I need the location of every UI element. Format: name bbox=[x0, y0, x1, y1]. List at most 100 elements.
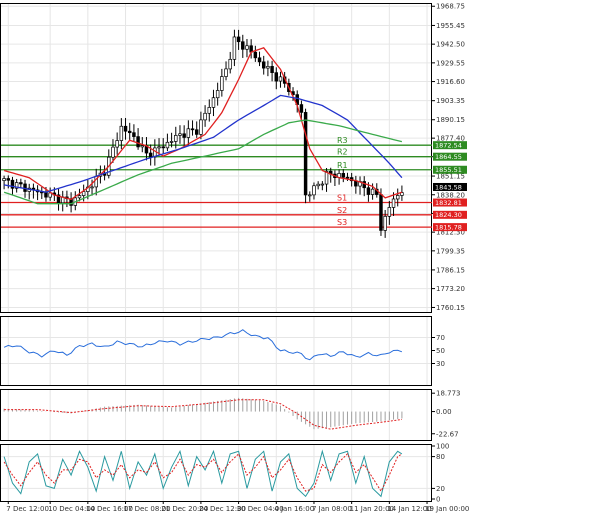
level-label-s2: S2 bbox=[337, 206, 347, 215]
last-price-tag-text: 1843.58 bbox=[435, 183, 462, 191]
candle bbox=[186, 128, 191, 138]
candle bbox=[303, 112, 308, 196]
candle bbox=[341, 173, 346, 178]
level-label-r3: R3 bbox=[337, 136, 348, 145]
candle bbox=[320, 183, 325, 186]
candle bbox=[132, 132, 136, 137]
price-tick-label: 1890.15 bbox=[436, 116, 465, 124]
candle bbox=[232, 36, 237, 60]
level-label-s3: S3 bbox=[337, 218, 347, 227]
candle bbox=[391, 198, 396, 208]
stochastic-tick-label: 20 bbox=[436, 485, 445, 493]
candle bbox=[140, 145, 145, 148]
candle bbox=[261, 61, 266, 69]
candle bbox=[199, 119, 203, 135]
level-price-tag-text: 1855.51 bbox=[435, 166, 462, 174]
candle bbox=[312, 185, 316, 196]
candle bbox=[383, 216, 387, 231]
candle bbox=[215, 90, 220, 99]
candle bbox=[236, 36, 241, 43]
candle bbox=[77, 195, 82, 199]
macd-tick-label: 18.773 bbox=[436, 390, 461, 398]
candle bbox=[345, 176, 350, 179]
price-tick-label: 1773.20 bbox=[436, 285, 465, 293]
chart: 1968.75 1955.45 1942.50 1929.55 1916.60 1903.… bbox=[0, 3, 469, 513]
candle bbox=[6, 178, 11, 181]
level-label-r2: R2 bbox=[337, 148, 348, 157]
candle bbox=[270, 66, 274, 74]
candle bbox=[148, 152, 153, 158]
candle bbox=[220, 76, 224, 91]
rsi-tick-label: 30 bbox=[436, 360, 445, 368]
price-tick-label: 1929.55 bbox=[436, 59, 465, 67]
candle bbox=[207, 107, 212, 114]
candle bbox=[119, 125, 124, 141]
price-tick-label: 1942.50 bbox=[436, 41, 465, 49]
price-panel bbox=[0, 3, 432, 313]
candle bbox=[395, 195, 400, 200]
candle bbox=[245, 45, 249, 50]
rsi-tick-label: 50 bbox=[436, 347, 445, 355]
price-tick-label: 1786.15 bbox=[436, 266, 465, 274]
candle bbox=[224, 68, 228, 77]
candle bbox=[165, 141, 170, 149]
candle bbox=[370, 188, 375, 195]
candle bbox=[241, 41, 245, 50]
candle bbox=[211, 97, 216, 108]
candle bbox=[182, 133, 186, 138]
candle bbox=[274, 72, 279, 82]
candle bbox=[379, 194, 383, 231]
candle bbox=[366, 187, 371, 195]
level-price-tag-text: 1815.78 bbox=[435, 223, 462, 231]
candle bbox=[362, 181, 366, 189]
candle bbox=[44, 191, 48, 198]
candle bbox=[81, 191, 86, 196]
candle bbox=[228, 58, 232, 70]
price-tick-label: 1903.35 bbox=[436, 97, 465, 105]
level-label-r1: R1 bbox=[337, 161, 348, 170]
time-tick-label: 4 Jan 16:00 bbox=[274, 505, 314, 513]
macd-panel bbox=[0, 389, 432, 441]
price-tick-label: 1760.15 bbox=[436, 304, 465, 312]
stochastic-tick-label: 0 bbox=[436, 496, 440, 504]
level-price-tag-text: 1832.81 bbox=[435, 199, 462, 207]
candle bbox=[299, 104, 304, 113]
candle bbox=[316, 183, 320, 187]
candle bbox=[161, 146, 165, 149]
stochastic-tick-label: 80 bbox=[436, 453, 445, 461]
candle bbox=[115, 140, 119, 148]
level-price-tag-text: 1872.54 bbox=[435, 141, 462, 149]
price-tick-label: 1955.45 bbox=[436, 22, 465, 30]
candle bbox=[178, 133, 182, 136]
candle bbox=[136, 136, 140, 148]
candle bbox=[190, 128, 195, 131]
candle bbox=[19, 182, 23, 185]
candle bbox=[90, 186, 94, 189]
time-tick-label: 7 Jan 08:00 bbox=[312, 505, 352, 513]
candle bbox=[308, 194, 312, 197]
time-tick-label: 7 Dec 12:00 bbox=[6, 505, 49, 513]
candle bbox=[278, 76, 283, 82]
candle bbox=[2, 178, 6, 181]
price-tick-label: 1916.60 bbox=[436, 78, 465, 86]
price-tick-label: 1968.75 bbox=[436, 3, 465, 11]
candle bbox=[123, 125, 128, 132]
price-tick-label: 1799.35 bbox=[436, 247, 465, 255]
rsi-panel bbox=[0, 316, 432, 386]
rsi-tick-label: 70 bbox=[436, 334, 445, 342]
candle bbox=[257, 57, 262, 63]
candle bbox=[127, 130, 132, 134]
candle bbox=[253, 51, 258, 59]
candle bbox=[111, 146, 115, 158]
macd-tick-label: -22.67 bbox=[436, 430, 459, 438]
candle bbox=[266, 66, 270, 69]
candle bbox=[203, 112, 207, 121]
candle bbox=[157, 146, 161, 149]
level-label-s1: S1 bbox=[337, 194, 347, 203]
level-price-tag-text: 1864.55 bbox=[435, 153, 462, 161]
candle bbox=[169, 141, 174, 143]
macd-tick-label: 0.00 bbox=[436, 408, 452, 416]
candle bbox=[174, 135, 178, 142]
time-tick-label: 19 Jan 00:00 bbox=[425, 505, 469, 513]
candle bbox=[387, 207, 392, 217]
